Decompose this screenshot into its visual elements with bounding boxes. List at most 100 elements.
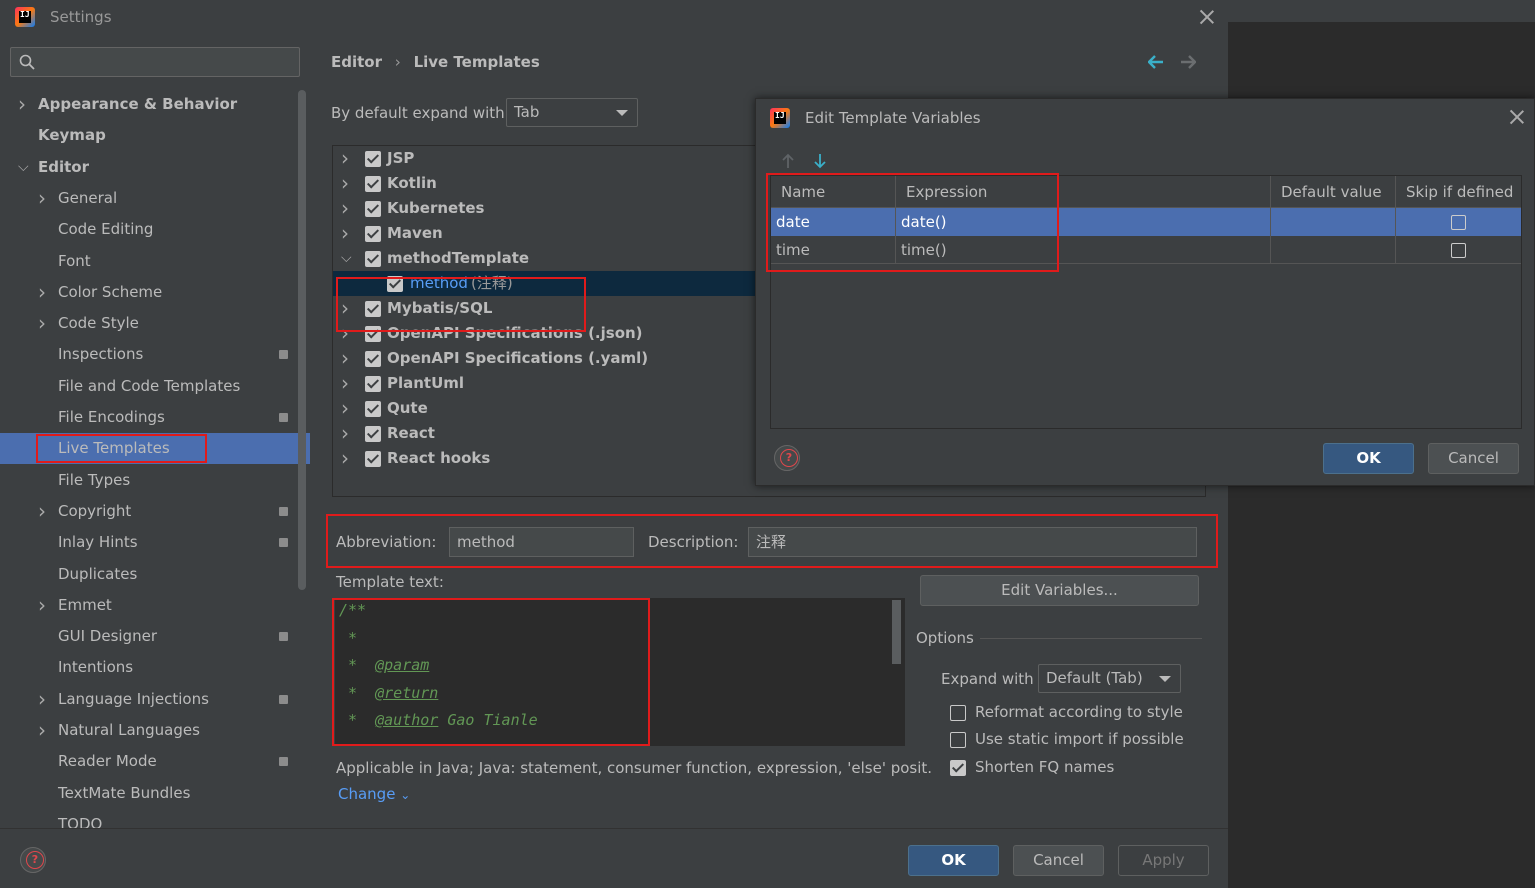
shorten-checkbox[interactable] (950, 760, 966, 776)
sidebar-item-live-templates[interactable]: Live Templates (0, 433, 310, 465)
chevron-right-icon[interactable]: › (341, 221, 349, 246)
variable-expression-cell[interactable]: time() (896, 236, 1271, 264)
change-link[interactable]: Change ⌄ (338, 785, 410, 803)
static-import-checkbox[interactable] (950, 732, 966, 748)
template-checkbox[interactable] (365, 226, 381, 242)
move-up-icon[interactable] (781, 153, 795, 169)
skip-if-defined-checkbox[interactable] (1451, 215, 1466, 230)
sidebar-item-intentions[interactable]: Intentions (0, 652, 310, 683)
sidebar-item-reader-mode[interactable]: Reader Mode (0, 746, 310, 777)
dialog-close-icon[interactable] (1510, 110, 1524, 124)
sidebar-item-font[interactable]: Font (0, 246, 310, 277)
chevron-right-icon[interactable]: › (38, 684, 46, 715)
table-row[interactable]: date date() (771, 208, 1521, 236)
chevron-right-icon[interactable]: › (341, 196, 349, 221)
sidebar-item-appearance-behavior[interactable]: › Appearance & Behavior (0, 89, 310, 120)
chevron-right-icon[interactable]: › (38, 590, 46, 621)
sidebar-item-gui-designer[interactable]: GUI Designer (0, 621, 310, 652)
table-row[interactable]: time time() (771, 236, 1521, 264)
shorten-label[interactable]: Shorten FQ names (975, 758, 1114, 776)
chevron-down-icon[interactable]: ⌵ (18, 152, 29, 183)
sidebar-scrollbar[interactable] (298, 90, 306, 590)
sidebar-item-language-injections[interactable]: › Language Injections (0, 684, 310, 715)
template-checkbox[interactable] (365, 151, 381, 167)
chevron-right-icon[interactable]: › (341, 321, 349, 346)
column-header-skip[interactable]: Skip if defined (1396, 176, 1521, 208)
template-checkbox[interactable] (365, 451, 381, 467)
column-header-default[interactable]: Default value (1271, 176, 1396, 208)
expand-dropdown[interactable]: Tab (506, 98, 638, 127)
dialog-ok-button[interactable]: OK (1323, 443, 1414, 474)
dialog-help-icon[interactable] (774, 445, 800, 471)
sidebar-item-general[interactable]: › General (0, 183, 310, 214)
sidebar-item-code-editing[interactable]: Code Editing (0, 214, 310, 245)
breadcrumb-parent[interactable]: Editor (331, 53, 382, 71)
chevron-right-icon[interactable]: › (38, 277, 46, 308)
skip-if-defined-checkbox[interactable] (1451, 243, 1466, 258)
sidebar-item-copyright[interactable]: › Copyright (0, 496, 310, 527)
sidebar-item-editor[interactable]: ⌵ Editor (0, 152, 310, 183)
sidebar-item-textmate-bundles[interactable]: TextMate Bundles (0, 778, 310, 809)
template-checkbox[interactable] (365, 426, 381, 442)
sidebar-item-duplicates[interactable]: Duplicates (0, 559, 310, 590)
sidebar-item-inlay-hints[interactable]: Inlay Hints (0, 527, 310, 558)
template-checkbox[interactable] (365, 301, 381, 317)
column-header-name[interactable]: Name (771, 176, 896, 208)
variable-default-cell[interactable] (1271, 236, 1396, 264)
variable-name-cell[interactable]: date (771, 208, 896, 236)
sidebar-item-inspections[interactable]: Inspections (0, 339, 310, 370)
reformat-label[interactable]: Reformat according to style (975, 703, 1183, 721)
template-checkbox[interactable] (365, 176, 381, 192)
sidebar-item-todo[interactable]: TODO (0, 809, 310, 828)
description-input[interactable]: 注释 (748, 527, 1197, 557)
chevron-right-icon[interactable]: › (38, 183, 46, 214)
sidebar-item-keymap[interactable]: Keymap (0, 120, 310, 151)
ok-button[interactable]: OK (908, 845, 999, 876)
reformat-checkbox[interactable] (950, 705, 966, 721)
chevron-right-icon[interactable]: › (38, 496, 46, 527)
sidebar-item-file-types[interactable]: File Types (0, 465, 310, 496)
sidebar-item-file-and-code-templates[interactable]: File and Code Templates (0, 371, 310, 402)
chevron-right-icon[interactable]: › (341, 396, 349, 421)
chevron-right-icon[interactable]: › (18, 89, 26, 120)
chevron-right-icon[interactable]: › (38, 308, 46, 339)
variable-expression-cell[interactable]: date() (896, 208, 1271, 236)
chevron-right-icon[interactable]: › (341, 296, 349, 321)
chevron-right-icon[interactable]: › (341, 146, 349, 171)
template-checkbox[interactable] (365, 326, 381, 342)
chevron-right-icon[interactable]: › (38, 715, 46, 746)
options-expand-dropdown[interactable]: Default (Tab) (1038, 664, 1181, 693)
abbreviation-input[interactable]: method (449, 527, 634, 557)
help-icon[interactable] (20, 847, 46, 873)
apply-button[interactable]: Apply (1118, 845, 1209, 876)
sidebar-item-file-encodings[interactable]: File Encodings (0, 402, 310, 433)
chevron-right-icon[interactable]: › (341, 421, 349, 446)
close-icon[interactable] (1200, 10, 1214, 24)
chevron-down-icon[interactable]: ⌵ (341, 246, 352, 271)
sidebar-item-code-style[interactable]: › Code Style (0, 308, 310, 339)
back-arrow-icon[interactable] (1148, 55, 1164, 69)
template-checkbox[interactable] (387, 276, 403, 292)
chevron-right-icon[interactable]: › (341, 346, 349, 371)
template-checkbox[interactable] (365, 201, 381, 217)
template-checkbox[interactable] (365, 401, 381, 417)
chevron-right-icon[interactable]: › (341, 171, 349, 196)
dialog-cancel-button[interactable]: Cancel (1428, 443, 1519, 474)
cancel-button[interactable]: Cancel (1013, 845, 1104, 876)
search-input[interactable] (10, 47, 300, 77)
edit-variables-button[interactable]: Edit Variables... (920, 575, 1199, 606)
variable-name-cell[interactable]: time (771, 236, 896, 264)
sidebar-item-emmet[interactable]: › Emmet (0, 590, 310, 621)
template-text-editor[interactable]: /** * * @param * @return * @author Gao T… (335, 598, 905, 746)
forward-arrow-icon[interactable] (1180, 55, 1196, 69)
editor-scrollbar[interactable] (892, 600, 901, 664)
sidebar-item-natural-languages[interactable]: › Natural Languages (0, 715, 310, 746)
move-down-icon[interactable] (813, 153, 827, 169)
static-import-label[interactable]: Use static import if possible (975, 730, 1184, 748)
template-checkbox[interactable] (365, 351, 381, 367)
chevron-right-icon[interactable]: › (341, 371, 349, 396)
column-header-expression[interactable]: Expression (896, 176, 1271, 208)
sidebar-item-color-scheme[interactable]: › Color Scheme (0, 277, 310, 308)
template-checkbox[interactable] (365, 251, 381, 267)
chevron-right-icon[interactable]: › (341, 446, 349, 471)
